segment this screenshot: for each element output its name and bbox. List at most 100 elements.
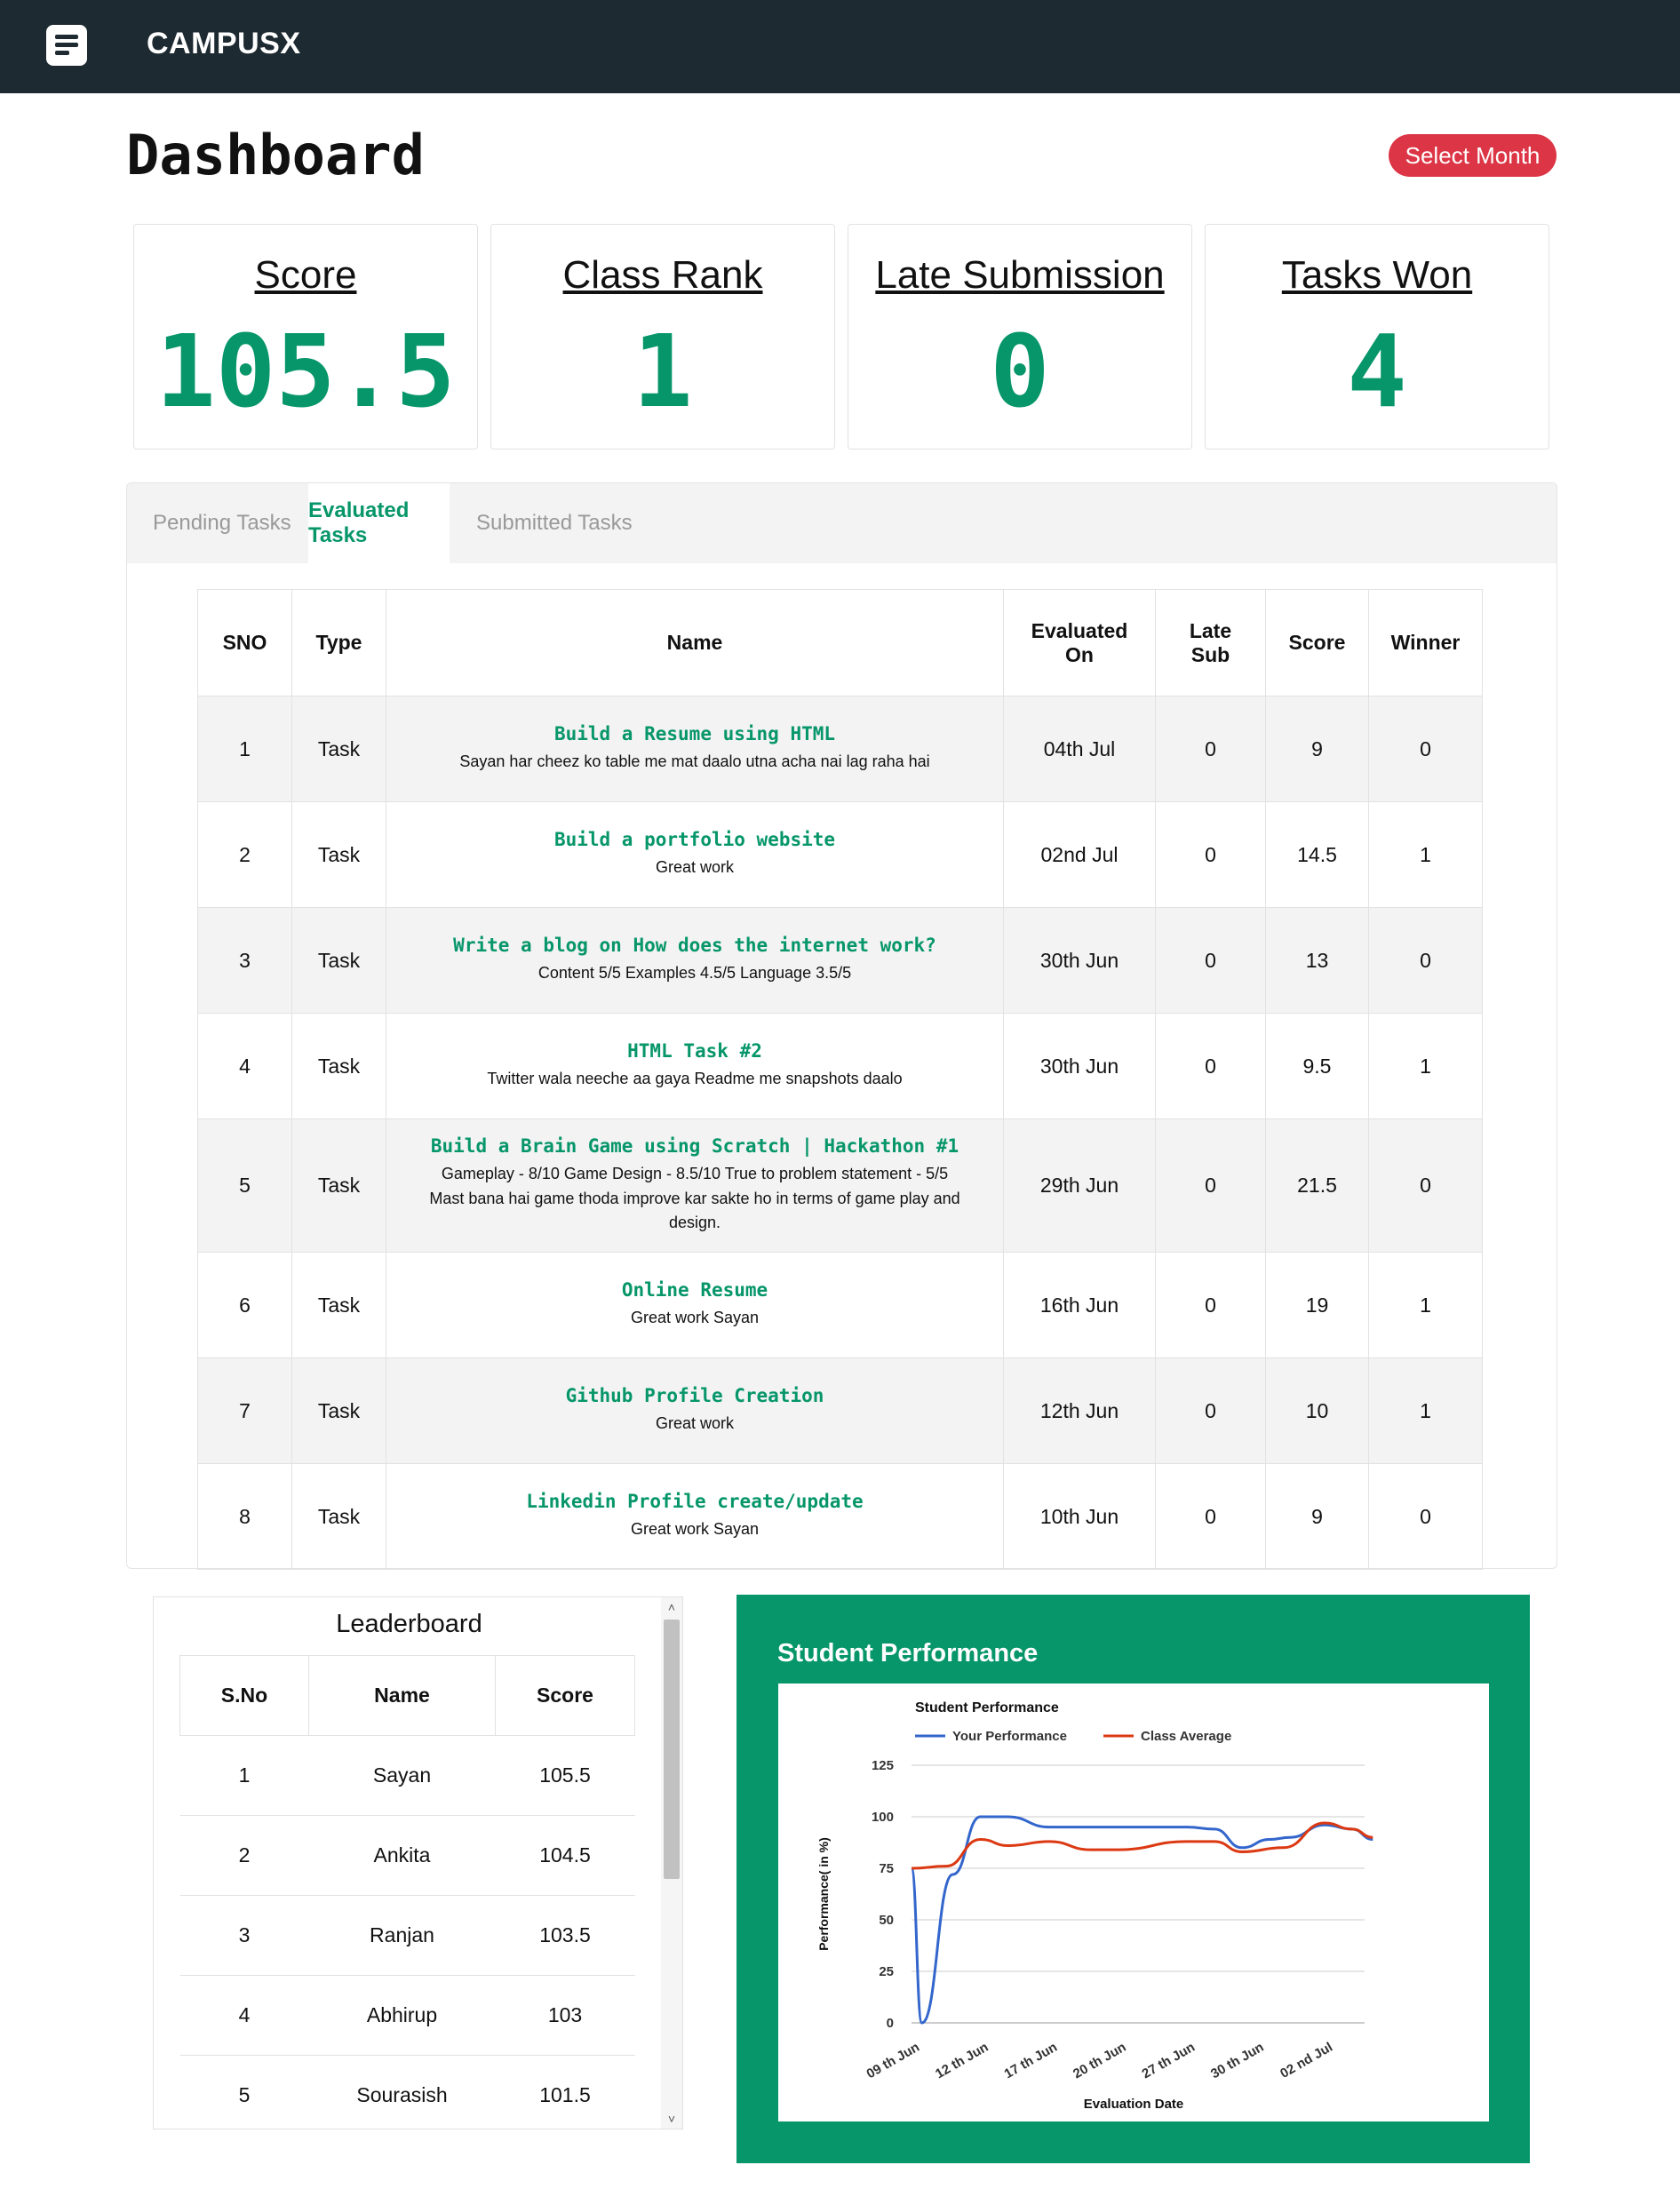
tab-bar: Pending Tasks Evaluated Tasks Submitted … <box>127 483 1557 563</box>
performance-chart: 0 25 50 75 100 125 09 th Jun 12 th Jun 17 th Jun… <box>778 1684 1489 2121</box>
cell-winner: 1 <box>1368 1252 1483 1358</box>
table-row: 8 Task Linkedin Profile create/update Gr… <box>197 1463 1483 1570</box>
chart-title: Student Performance <box>915 1700 1059 1715</box>
leaderboard-row: 1 Sayan 105.5 <box>179 1735 635 1816</box>
late-submission-label: Late Submission <box>875 253 1165 297</box>
cell-evaluated-on: 12th Jun <box>1003 1357 1156 1464</box>
performance-panel-title: Student Performance <box>777 1639 1039 1668</box>
cell-late-sub: 0 <box>1155 801 1266 908</box>
cell-score: 14.5 <box>1265 801 1369 908</box>
tasks-won-value: 4 <box>1347 314 1407 430</box>
cell-score: 13 <box>1265 907 1369 1014</box>
cell-name: Build a Resume using HTML Sayan har chee… <box>386 696 1004 802</box>
cell-sno: 6 <box>197 1252 292 1358</box>
name-cell: Sayan <box>308 1735 496 1816</box>
tab-submitted-tasks[interactable]: Submitted Tasks <box>476 483 633 563</box>
score-cell: 104.5 <box>495 1815 635 1896</box>
legend-label: Your Performance <box>952 1729 1067 1744</box>
cell-evaluated-on: 02nd Jul <box>1003 801 1156 908</box>
y-tick-label: 50 <box>879 1913 894 1928</box>
evaluated-tasks-table: SNO Type Name Evaluated On Late Sub Scor… <box>197 589 1483 1570</box>
cell-name: HTML Task #2 Twitter wala neeche aa gaya… <box>386 1013 1004 1119</box>
cell-score: 10 <box>1265 1357 1369 1464</box>
leaderboard-scrollbar[interactable]: ˄ ˅ <box>661 1597 682 2129</box>
cell-evaluated-on: 30th Jun <box>1003 1013 1156 1119</box>
tab-pending-tasks[interactable]: Pending Tasks <box>153 483 291 563</box>
table-row: 4 Task HTML Task #2 Twitter wala neeche … <box>197 1013 1483 1119</box>
cell-late-sub: 0 <box>1155 1013 1266 1119</box>
cell-sno: 8 <box>197 1463 292 1570</box>
rank-cell: 3 <box>179 1895 309 1976</box>
task-remark: Content 5/5 Examples 4.5/5 Language 3.5/… <box>537 964 852 983</box>
y-tick-label: 100 <box>872 1810 894 1825</box>
x-tick-label: 12 th Jun <box>933 2040 991 2082</box>
leaderboard-title: Leaderboard <box>336 1610 482 1638</box>
table-header-row: SNO Type Name Evaluated On Late Sub Scor… <box>197 589 1483 696</box>
x-axis-label: Evaluation Date <box>1084 2097 1184 2112</box>
rank-cell: 1 <box>179 1735 309 1816</box>
task-name-link[interactable]: Online Resume <box>386 1279 1003 1301</box>
cell-type: Task <box>291 696 386 802</box>
column-header-sno: S.No <box>179 1655 309 1736</box>
select-month-button[interactable]: Select Month <box>1389 134 1557 177</box>
cell-late-sub: 0 <box>1155 1357 1266 1464</box>
task-name-link[interactable]: Linkedin Profile create/update <box>386 1491 1003 1512</box>
column-header-name: Name <box>386 589 1004 696</box>
table-row: 6 Task Online Resume Great work Sayan 16… <box>197 1252 1483 1358</box>
y-tick-label: 125 <box>872 1758 894 1773</box>
cell-score: 9.5 <box>1265 1013 1369 1119</box>
name-cell: Ranjan <box>308 1895 496 1976</box>
scroll-up-arrow-icon[interactable]: ˄ <box>665 1601 678 1613</box>
brand-logo-text[interactable]: CAMPUSX <box>147 27 301 61</box>
task-name-link[interactable]: Write a blog on How does the internet wo… <box>386 935 1003 956</box>
cell-score: 9 <box>1265 1463 1369 1570</box>
performance-chart-svg: 0 25 50 75 100 125 09 th Jun 12 th Jun 17 th Jun… <box>816 1700 1373 2112</box>
score-cell: 101.5 <box>495 2055 635 2129</box>
leaderboard-panel: Leaderboard S.No Name Score 1 Sayan 105.… <box>153 1596 683 2129</box>
score-cell: 103 <box>495 1975 635 2056</box>
task-name-link[interactable]: Build a portfolio website <box>386 829 1003 850</box>
task-name-link[interactable]: Github Profile Creation <box>386 1385 1003 1406</box>
task-name-link[interactable]: Build a Brain Game using Scratch | Hacka… <box>386 1135 1003 1157</box>
y-tick-label: 25 <box>879 1964 894 1979</box>
task-remark: Great work <box>655 1414 735 1433</box>
cell-sno: 5 <box>197 1118 292 1253</box>
task-remark: Twitter wala neeche aa gaya Readme me sn… <box>487 1070 903 1088</box>
score-cell: 105.5 <box>495 1735 635 1816</box>
tasks-won-label: Tasks Won <box>1281 253 1473 297</box>
menu-icon[interactable] <box>46 25 87 66</box>
page-title: Dashboard <box>126 123 425 187</box>
class-rank-card: Class Rank 1 <box>490 224 835 450</box>
class-rank-value: 1 <box>633 314 693 430</box>
task-name-link[interactable]: Build a Resume using HTML <box>386 723 1003 744</box>
cell-sno: 4 <box>197 1013 292 1119</box>
cell-late-sub: 0 <box>1155 907 1266 1014</box>
x-tick-label: 09 th Jun <box>864 2040 922 2082</box>
series-line-class-average <box>911 1821 1373 1870</box>
task-name-link[interactable]: HTML Task #2 <box>386 1040 1003 1062</box>
cell-name: Write a blog on How does the internet wo… <box>386 907 1004 1014</box>
x-tick-label: 30 th Jun <box>1208 2040 1267 2082</box>
cell-type: Task <box>291 1118 386 1253</box>
cell-type: Task <box>291 1252 386 1358</box>
column-header-score: Score <box>495 1655 635 1736</box>
cell-name: Build a Brain Game using Scratch | Hacka… <box>386 1118 1004 1253</box>
late-submission-value: 0 <box>990 314 1050 430</box>
cell-type: Task <box>291 1463 386 1570</box>
x-tick-label: 17 th Jun <box>1001 2040 1060 2082</box>
scrollbar-thumb[interactable] <box>664 1620 680 1879</box>
leaderboard-row: 5 Sourasish 101.5 <box>179 2055 635 2129</box>
scroll-down-arrow-icon[interactable]: ˅ <box>665 2113 678 2125</box>
cell-evaluated-on: 29th Jun <box>1003 1118 1156 1253</box>
cell-winner: 0 <box>1368 1463 1483 1570</box>
leaderboard-row: 4 Abhirup 103 <box>179 1975 635 2056</box>
cell-winner: 0 <box>1368 696 1483 802</box>
task-remark: Great work Sayan <box>630 1520 760 1539</box>
table-row: 1 Task Build a Resume using HTML Sayan h… <box>197 696 1483 802</box>
x-tick-label: 02 nd Jul <box>1278 2040 1335 2082</box>
tasks-won-card: Tasks Won 4 <box>1205 224 1549 450</box>
leaderboard-row: 3 Ranjan 103.5 <box>179 1895 635 1976</box>
late-submission-card: Late Submission 0 <box>848 224 1192 450</box>
tab-evaluated-tasks[interactable]: Evaluated Tasks <box>308 483 450 563</box>
rank-cell: 5 <box>179 2055 309 2129</box>
